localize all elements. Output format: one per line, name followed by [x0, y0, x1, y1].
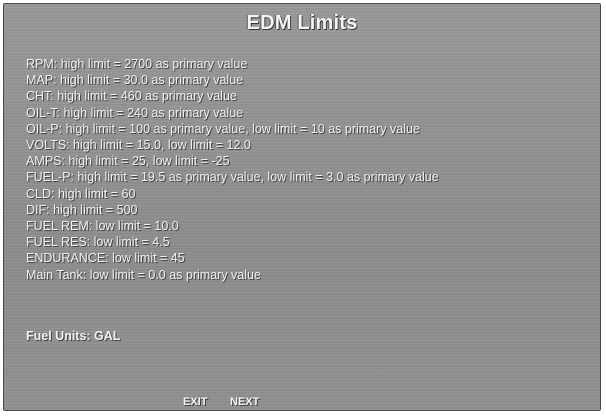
next-softkey[interactable]: NEXT: [230, 396, 259, 408]
softkey-bar: EXIT NEXT: [4, 396, 600, 410]
limit-volts: VOLTS: high limit = 15.0, low limit = 12…: [26, 138, 251, 153]
limit-cht: CHT: high limit = 460 as primary value: [26, 89, 237, 104]
limit-oil-t: OIL-T: high limit = 240 as primary value: [26, 105, 244, 120]
exit-softkey[interactable]: EXIT: [183, 396, 207, 408]
limit-fuel-rem: FUEL REM: low limit = 10.0: [26, 219, 179, 234]
limit-amps: AMPS: high limit = 25, low limit = -25: [26, 154, 230, 169]
limit-fuel-p: FUEL-P: high limit = 19.5 as primary val…: [26, 170, 439, 185]
limit-map: MAP: high limit = 30.0 as primary value: [26, 73, 244, 88]
limit-main-tank: Main Tank: low limit = 0.0 as primary va…: [26, 267, 261, 282]
page-title: EDM Limits: [246, 12, 358, 34]
edm-limits-screen: EDM Limits RPM: high limit = 2700 as pri…: [3, 3, 601, 411]
limit-fuel-res: FUEL RES: low limit = 4.5: [26, 235, 170, 250]
limit-oil-p: OIL-P: high limit = 100 as primary value…: [26, 121, 420, 136]
limit-endurance: ENDURANCE: low limit = 45: [26, 251, 185, 266]
limits-list: RPM: high limit = 2700 as primary value …: [26, 56, 439, 283]
limit-cld: CLD: high limit = 60: [26, 186, 136, 201]
limit-rpm: RPM: high limit = 2700 as primary value: [26, 57, 248, 71]
fuel-units-label: Fuel Units: GAL: [26, 329, 121, 343]
limit-dif: DIF: high limit = 500: [26, 202, 138, 217]
